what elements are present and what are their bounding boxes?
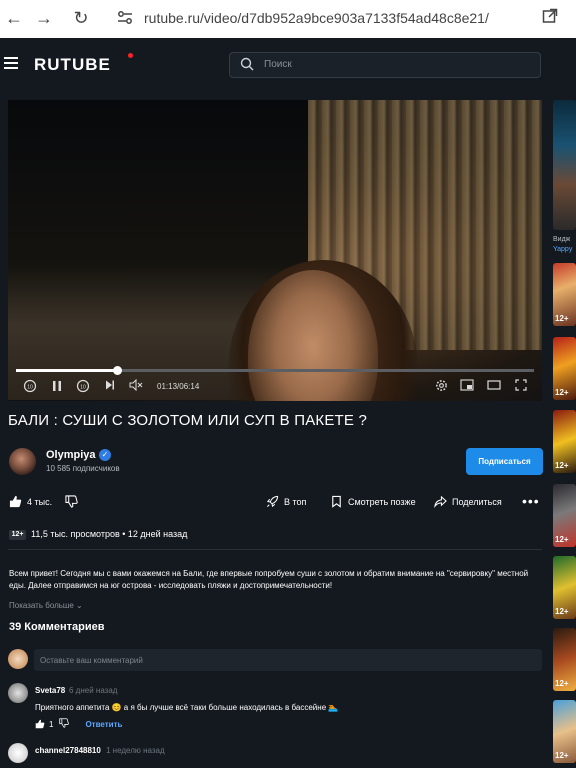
- rocket-icon: [266, 495, 279, 508]
- like-count: 4 тыс.: [27, 496, 53, 507]
- recommendation-thumbnail[interactable]: 12+: [553, 263, 576, 326]
- comment-author-avatar[interactable]: [8, 683, 28, 703]
- comments-count: 39 Комментариев: [9, 621, 105, 633]
- reply-button[interactable]: Ответить: [85, 720, 122, 729]
- age-rating-badge: 12+: [9, 530, 26, 540]
- top-button[interactable]: В топ: [266, 495, 306, 508]
- video-player[interactable]: 10 10 01:13/06:14: [8, 100, 542, 401]
- comment-input[interactable]: [34, 649, 542, 671]
- share-button[interactable]: Поделиться: [434, 495, 502, 508]
- progress-bar[interactable]: [16, 366, 534, 375]
- thumbnail-age-badge: 12+: [555, 607, 569, 616]
- user-avatar: [8, 649, 28, 669]
- progress-handle[interactable]: [113, 366, 122, 375]
- thumbs-up-icon: [35, 719, 45, 729]
- comment-text: Приятного аппетита 😊 а я бы лучше всё та…: [35, 703, 339, 712]
- time-display: 01:13/06:14: [157, 382, 200, 391]
- svg-text:10: 10: [80, 384, 86, 390]
- video-title: БАЛИ : СУШИ С ЗОЛОТОМ ИЛИ СУП В ПАКЕТЕ ?: [8, 412, 368, 429]
- show-more-label: Показать больше: [9, 601, 74, 610]
- bookmark-icon: [332, 495, 341, 508]
- search-box[interactable]: Поиск: [229, 52, 541, 78]
- video-stats: 11,5 тыс. просмотров • 12 дней назад: [31, 529, 188, 539]
- comment-actions: 1 Ответить: [35, 718, 122, 730]
- theater-mode-icon[interactable]: [486, 379, 502, 395]
- recommendations-rail: 12+ 12+ 12+ 12+ 12+ 12+ 12+: [553, 100, 576, 768]
- view-count: 11,5 тыс. просмотров: [31, 529, 120, 539]
- thumbnail-age-badge: 12+: [555, 679, 569, 688]
- watch-later-label: Смотреть позже: [348, 496, 416, 507]
- channel-name[interactable]: Olympiya: [46, 449, 96, 461]
- recommendation-thumbnail[interactable]: 12+: [553, 410, 576, 473]
- settings-gear-icon[interactable]: [433, 379, 449, 395]
- pause-icon[interactable]: [49, 379, 65, 395]
- progress-fill: [16, 369, 117, 372]
- thumbs-down-icon: [59, 718, 70, 728]
- recommendation-title[interactable]: Видж: [553, 236, 570, 243]
- rewind-10-icon[interactable]: 10: [22, 379, 38, 395]
- comment-author[interactable]: channel27848810: [35, 746, 101, 755]
- miniplayer-icon[interactable]: [459, 379, 475, 395]
- site-header: RUTUBE Поиск: [0, 38, 576, 90]
- duration: 06:14: [179, 382, 200, 391]
- recommendation-thumbnail[interactable]: [553, 100, 576, 230]
- watch-later-button[interactable]: Смотреть позже: [330, 495, 416, 508]
- divider: [8, 549, 542, 550]
- open-external-icon[interactable]: [542, 8, 558, 29]
- address-bar[interactable]: rutube.ru/video/d7db952a9bce903a7133f54a…: [144, 10, 489, 26]
- current-time: 01:13: [157, 382, 178, 391]
- thumbnail-age-badge: 12+: [555, 388, 569, 397]
- subscribe-button[interactable]: Подписаться: [466, 448, 543, 475]
- comment-like-count: 1: [49, 719, 54, 729]
- thumbnail-age-badge: 12+: [555, 461, 569, 470]
- forward-icon[interactable]: →: [34, 8, 54, 28]
- site-settings-icon[interactable]: [116, 9, 134, 27]
- recommendation-thumbnail[interactable]: 12+: [553, 628, 576, 691]
- publish-date: 12 дней назад: [127, 529, 188, 539]
- share-label: Поделиться: [452, 496, 502, 507]
- search-input[interactable]: Поиск: [264, 59, 292, 70]
- browser-toolbar: ← → ↻ rutube.ru/video/d7db952a9bce903a71…: [0, 0, 576, 38]
- thumbnail-age-badge: 12+: [555, 751, 569, 760]
- show-more-link[interactable]: Показать больше ⌄: [9, 601, 83, 610]
- thumbs-up-icon: [9, 495, 22, 508]
- dislike-button[interactable]: [65, 495, 78, 508]
- thumbs-down-icon: [65, 495, 78, 508]
- comment-author[interactable]: Sveta78: [35, 686, 65, 695]
- svg-text:10: 10: [27, 384, 33, 390]
- comment-time: 1 неделю назад: [106, 746, 165, 755]
- forward-10-icon[interactable]: 10: [75, 379, 91, 395]
- recommendation-thumbnail[interactable]: 12+: [553, 700, 576, 763]
- subscriber-count: 10 585 подписчиков: [46, 464, 120, 473]
- thumbnail-age-badge: 12+: [555, 535, 569, 544]
- recommendation-thumbnail[interactable]: 12+: [553, 337, 576, 400]
- comment-author-avatar[interactable]: [8, 743, 28, 763]
- top-label: В топ: [284, 496, 307, 507]
- video-description: Всем привет! Сегодня мы с вами окажемся …: [9, 569, 529, 590]
- reload-icon[interactable]: ↻: [71, 8, 91, 28]
- recommendation-thumbnail[interactable]: 12+: [553, 484, 576, 547]
- verified-icon: ✓: [99, 449, 111, 461]
- like-button[interactable]: 4 тыс.: [9, 495, 52, 508]
- fullscreen-icon[interactable]: [513, 379, 529, 395]
- more-options-icon[interactable]: •••: [522, 493, 540, 509]
- rutube-logo[interactable]: RUTUBE: [34, 55, 111, 75]
- comment-time: 6 дней назад: [69, 686, 118, 695]
- logo-dot: [128, 53, 133, 58]
- comment-dislike-button[interactable]: [59, 718, 70, 730]
- chevron-down-icon: ⌄: [76, 601, 83, 610]
- back-icon[interactable]: ←: [4, 8, 24, 28]
- search-icon: [240, 57, 254, 71]
- channel-avatar[interactable]: [9, 448, 36, 475]
- mute-icon[interactable]: [128, 378, 144, 395]
- thumbnail-age-badge: 12+: [555, 314, 569, 323]
- share-icon: [434, 495, 447, 508]
- next-icon[interactable]: [102, 379, 118, 395]
- recommendation-channel[interactable]: Yappy: [553, 246, 572, 253]
- recommendation-thumbnail[interactable]: 12+: [553, 556, 576, 619]
- menu-icon[interactable]: [4, 57, 18, 69]
- comment-like-button[interactable]: 1: [35, 719, 53, 729]
